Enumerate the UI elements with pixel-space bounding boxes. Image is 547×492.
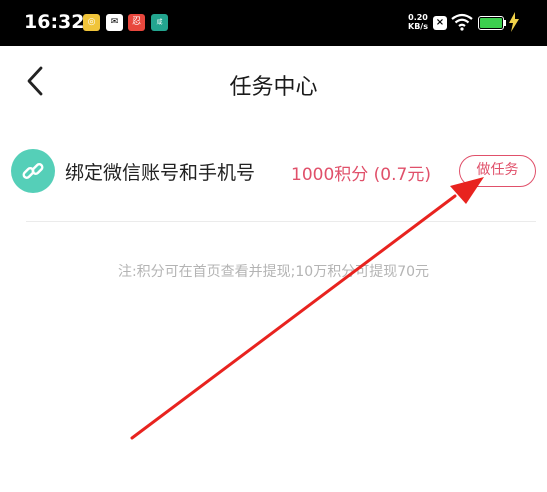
network-speed-value: 0.20 <box>408 13 428 22</box>
task-icon-circle <box>11 149 55 193</box>
battery-level <box>480 18 502 28</box>
mail-app-icon: ✉ <box>106 14 123 31</box>
bank-app-icon: ◎ <box>83 14 100 31</box>
red-app-icon: 忍 <box>128 14 145 31</box>
network-speed: 0.20 KB/s <box>405 13 431 31</box>
charging-icon <box>509 12 519 32</box>
points-note: 注:积分可在首页查看并提现;10万积分可提现70元 <box>117 264 430 280</box>
task-title: 绑定微信账号和手机号 <box>65 162 256 184</box>
status-bar: 16:32 ◎ ✉ 忍 咸 0.20 KB/s × <box>0 0 547 46</box>
status-time: 16:32 <box>24 11 85 33</box>
task-row: 绑定微信账号和手机号 1000积分 (0.7元) 做任务 <box>0 140 547 220</box>
link-icon <box>22 163 44 179</box>
do-task-button[interactable]: 做任务 <box>459 155 536 187</box>
battery-icon <box>478 16 504 30</box>
no-sim-icon: × <box>433 16 447 30</box>
teal-app-icon: 咸 <box>151 14 168 31</box>
task-reward: 1000积分 (0.7元) <box>291 165 431 185</box>
divider <box>26 221 536 222</box>
battery-tip <box>504 20 506 26</box>
wifi-icon <box>451 13 473 31</box>
network-speed-unit: KB/s <box>408 22 428 31</box>
page-title: 任务中心 <box>229 75 318 100</box>
